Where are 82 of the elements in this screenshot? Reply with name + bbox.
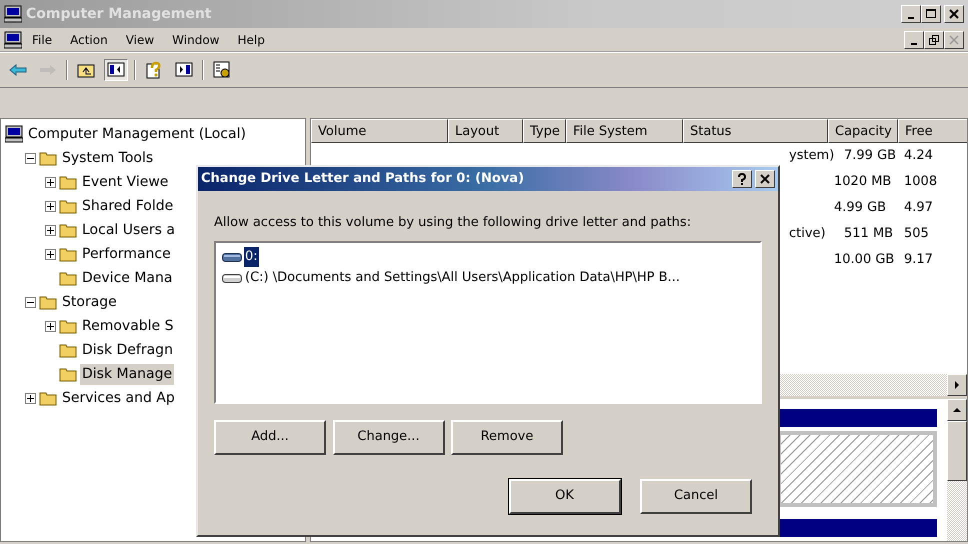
minimize-button[interactable]	[904, 30, 924, 48]
dialog-title: Change Drive Letter and Paths for 0: (Nova)	[201, 170, 524, 188]
scroll-up-icon[interactable]	[947, 399, 967, 421]
close-icon	[948, 34, 960, 46]
expand-icon[interactable]	[45, 320, 56, 332]
expand-icon[interactable]	[45, 224, 56, 236]
close-button[interactable]	[944, 5, 964, 23]
table-cell-text: 4.24	[903, 147, 934, 166]
tree-item[interactable]: Computer Management (Local)	[26, 124, 248, 144]
tree-item[interactable]: Local Users a	[80, 220, 177, 240]
column-header[interactable]: Status	[683, 119, 828, 143]
table-cell-text: 505	[903, 225, 930, 244]
table-cell-text: 1008	[903, 173, 938, 192]
table-cell-text: 7.99 GB	[843, 147, 898, 166]
dialog-button[interactable]: OK	[508, 478, 620, 514]
table-cell-text: 511 MB	[843, 225, 894, 244]
collapse-icon[interactable]	[25, 152, 36, 164]
expand-icon[interactable]	[45, 176, 56, 188]
maximize-button[interactable]	[920, 5, 941, 23]
drive-icon	[222, 250, 242, 264]
table-cell-text: 4.97	[903, 199, 934, 218]
collapse-icon[interactable]	[25, 296, 36, 308]
scroll-right-icon[interactable]	[947, 374, 967, 396]
list-item[interactable]: (C:) \Documents and Settings\All Users\Application Data\HP\HP B...	[244, 268, 681, 288]
dialog-button[interactable]: Change...	[332, 420, 444, 454]
tree-item[interactable]: Disk Manage	[80, 364, 174, 384]
expand-icon[interactable]	[25, 392, 36, 404]
scrollbar[interactable]	[947, 399, 967, 541]
tree-item[interactable]: System Tools	[60, 148, 156, 168]
dialog-button[interactable]: Add...	[214, 420, 326, 454]
question-mark-icon	[736, 173, 747, 185]
scroll-thumb[interactable]	[947, 421, 967, 481]
column-header[interactable]: Capacity	[828, 119, 898, 143]
tree-item[interactable]: Storage	[60, 292, 119, 312]
table-cell: ystem)	[789, 148, 834, 164]
expand-icon[interactable]	[45, 248, 56, 260]
tree-item[interactable]: Disk Defragn	[80, 340, 175, 360]
close-button[interactable]	[755, 170, 775, 188]
computer-icon	[5, 125, 23, 143]
dialog-button[interactable]: Cancel	[640, 478, 752, 514]
help-button[interactable]	[732, 170, 752, 188]
prompt-text: Allow access to this volume by using the following drive letter and paths:	[214, 214, 692, 232]
column-header[interactable]: File System	[566, 119, 683, 143]
table-cell: ctive)	[789, 226, 826, 242]
properties-icon	[212, 60, 232, 80]
column-header[interactable]: Free	[898, 119, 967, 143]
minimize-icon	[908, 17, 914, 19]
maximize-icon	[924, 8, 937, 20]
tree-item[interactable]: Device Mana	[80, 268, 174, 288]
menu-item[interactable]: Action	[62, 30, 116, 50]
close-icon	[948, 8, 960, 20]
list-item[interactable]: 0:	[244, 247, 259, 267]
table-cell-text: 4.99 GB	[833, 199, 888, 218]
tree-item[interactable]: Services and Ap	[60, 388, 177, 408]
tree-pane-button[interactable]	[104, 59, 128, 81]
tree-item[interactable]: Event Viewe	[80, 172, 170, 192]
column-header[interactable]: Layout	[448, 119, 523, 143]
menu-item[interactable]: View	[118, 30, 162, 50]
menu-item[interactable]: Help	[230, 30, 273, 50]
minimize-button[interactable]	[900, 5, 921, 23]
column-header[interactable]: Volume	[311, 119, 448, 143]
close-button[interactable]	[944, 30, 964, 48]
path-list[interactable]: 0: (C:) \Documents and Settings\All Users\Application Data\HP\HP B...	[214, 240, 762, 404]
menu-item[interactable]: File	[24, 30, 60, 50]
computer-icon	[4, 5, 22, 23]
tree-item[interactable]: Performance	[80, 244, 173, 264]
menu-item[interactable]: Window	[164, 30, 228, 50]
dialog-button[interactable]: Remove	[451, 420, 563, 454]
table-cell-text: 9.17	[903, 251, 934, 270]
tree-item[interactable]: Removable S	[80, 316, 176, 336]
restore-icon	[928, 34, 940, 46]
expand-icon[interactable]	[45, 200, 56, 212]
table-cell-text: 10.00 GB	[833, 251, 896, 270]
tree-item[interactable]: Shared Folde	[80, 196, 176, 216]
drive-icon	[222, 271, 242, 285]
minimize-icon	[911, 42, 917, 44]
computer-icon	[4, 30, 22, 48]
close-icon	[759, 173, 771, 185]
table-cell-text: 1020 MB	[833, 173, 892, 192]
restore-button[interactable]	[924, 30, 944, 48]
window-title: Computer Management	[26, 4, 212, 24]
column-header[interactable]: Type	[523, 119, 566, 143]
